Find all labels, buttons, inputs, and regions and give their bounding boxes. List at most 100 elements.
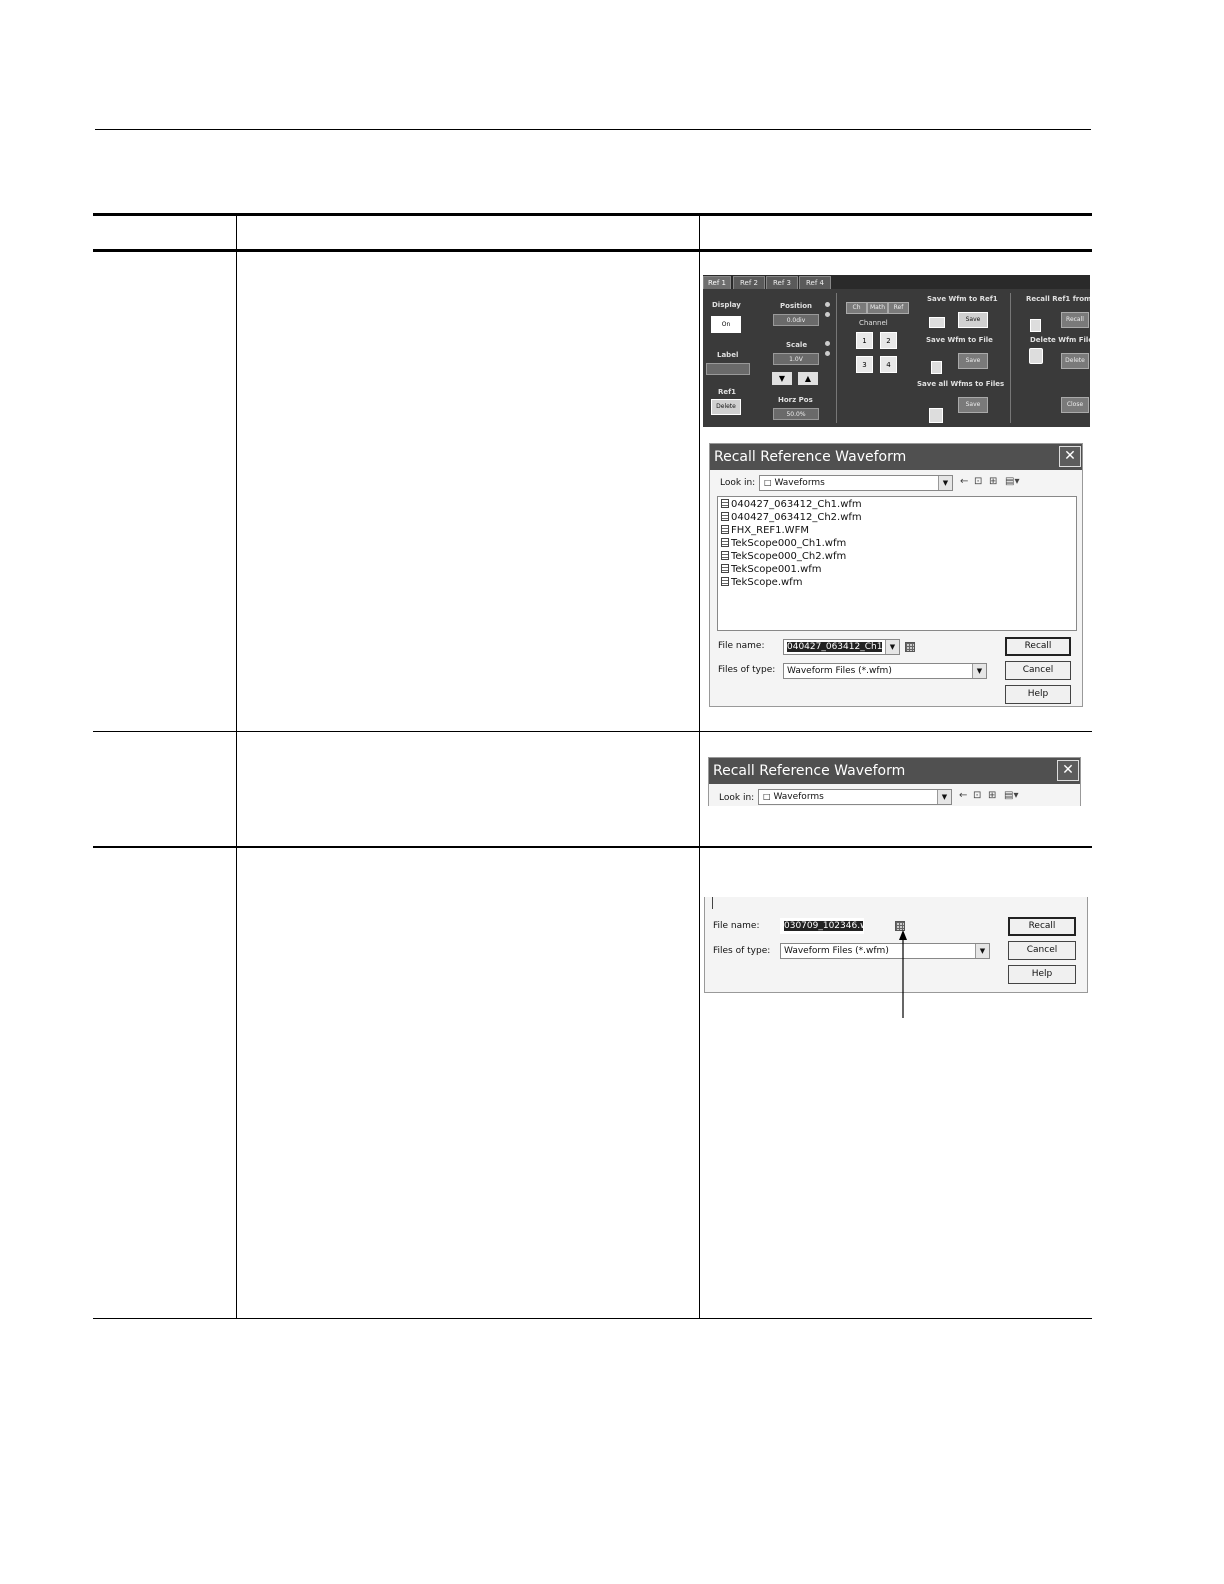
file-icon (721, 577, 729, 586)
file-icon (721, 564, 729, 573)
tab-ref-2[interactable]: Ref 2 (733, 276, 765, 289)
list-item[interactable]: TekScope.wfm (721, 576, 802, 589)
list-item[interactable]: 040427_063412_Ch1.wfm (721, 498, 862, 511)
display-on-button[interactable]: On (711, 316, 741, 333)
dialog-title: Recall Reference Waveform (709, 758, 1080, 784)
file-list[interactable]: 040427_063412_Ch1.wfm 040427_063412_Ch2.… (717, 496, 1077, 631)
chevron-down-icon: ▼ (975, 944, 989, 958)
scale-knob-indicator-icon (825, 351, 830, 356)
row-divider-2 (93, 846, 1092, 848)
save-wfm-to-ref-label: Save Wfm to Ref1 (927, 295, 998, 303)
channel-label: Channel (859, 319, 888, 327)
chevron-down-icon: ▼ (937, 790, 951, 804)
save-to-ref-button[interactable]: Save (958, 312, 988, 328)
file-name-input[interactable]: 040427_063412_Ch1 ▼ (783, 639, 900, 655)
label-field[interactable] (706, 363, 750, 375)
channel-2-button[interactable]: 2 (880, 332, 897, 349)
help-button[interactable]: Help (1008, 965, 1076, 984)
keyboard-icon[interactable] (905, 642, 915, 652)
help-button[interactable]: Help (1005, 685, 1071, 704)
list-edge (712, 897, 713, 909)
files-of-type-value: Waveform Files (*.wfm) (784, 946, 889, 956)
close-icon[interactable]: ✕ (1057, 760, 1079, 781)
file-icon (721, 551, 729, 560)
look-in-select[interactable]: □ Waveforms ▼ (758, 789, 952, 805)
scale-down-button[interactable]: ▼ (772, 372, 792, 385)
look-in-label: Look in: (719, 793, 755, 803)
list-item[interactable]: TekScope000_Ch1.wfm (721, 537, 846, 550)
position-knob-indicator-icon (825, 312, 830, 317)
source-tab-ref[interactable]: Ref (888, 302, 909, 314)
dialog-title: Recall Reference Waveform (710, 444, 1082, 470)
position-label: Position (780, 302, 813, 310)
callout-arrow (899, 930, 907, 1018)
channel-1-button[interactable]: 1 (856, 332, 873, 349)
column-divider-2 (699, 216, 700, 1319)
chevron-down-icon: ▼ (938, 476, 952, 490)
files-of-type-select[interactable]: Waveform Files (*.wfm) ▼ (780, 943, 990, 959)
recall-button[interactable]: Recall (1008, 917, 1076, 936)
delete-file-button[interactable]: Delete (1061, 353, 1089, 369)
file-name-value: 030709_102346.wfm (784, 921, 863, 931)
back-arrow-icon[interactable]: ← (960, 476, 968, 487)
position-field[interactable]: 0.0div (773, 314, 819, 326)
table-header-bottom-rule (93, 249, 1092, 252)
tab-ref-1[interactable]: Ref 1 (703, 276, 731, 289)
close-button[interactable]: Close (1061, 397, 1089, 413)
new-folder-icon[interactable]: ⊞ (989, 476, 997, 487)
file-icon (721, 512, 729, 521)
channel-4-button[interactable]: 4 (880, 356, 897, 373)
close-icon[interactable]: ✕ (1059, 446, 1081, 467)
file-name-input[interactable]: 030709_102346.wfm (780, 918, 864, 934)
scale-knob-indicator-icon (825, 341, 830, 346)
horz-pos-label: Horz Pos (778, 396, 813, 404)
table-bottom-rule (93, 1318, 1092, 1319)
display-label: Display (712, 301, 741, 309)
channel-3-button[interactable]: 3 (856, 356, 873, 373)
file-icon (721, 538, 729, 547)
file-save-icon (931, 361, 942, 374)
up-folder-icon[interactable]: ⊡ (973, 790, 981, 801)
view-menu-icon[interactable]: ▤▾ (1005, 476, 1019, 487)
list-item[interactable]: TekScope000_Ch2.wfm (721, 550, 846, 563)
look-in-value: Waveforms (773, 792, 824, 802)
save-to-file-button[interactable]: Save (958, 353, 988, 369)
files-of-type-label: Files of type: (713, 946, 771, 956)
recall-from-label: Recall Ref1 from (1026, 295, 1090, 303)
list-item[interactable]: TekScope001.wfm (721, 563, 822, 576)
recall-button[interactable]: Recall (1061, 312, 1089, 328)
files-of-type-label: Files of type: (718, 665, 776, 675)
file-icon (721, 499, 729, 508)
source-tab-ch[interactable]: Ch (846, 302, 867, 314)
back-arrow-icon[interactable]: ← (959, 790, 967, 801)
save-all-button[interactable]: Save (958, 397, 988, 413)
scale-up-button[interactable]: ▲ (798, 372, 818, 385)
cancel-button[interactable]: Cancel (1005, 661, 1071, 680)
file-name-label: File name: (713, 921, 760, 931)
recall-button[interactable]: Recall (1005, 637, 1071, 656)
file-icon (721, 525, 729, 534)
ref1-label: Ref1 (718, 388, 737, 396)
cancel-button[interactable]: Cancel (1008, 941, 1076, 960)
files-of-type-select[interactable]: Waveform Files (*.wfm) ▼ (783, 663, 987, 679)
view-menu-icon[interactable]: ▤▾ (1004, 790, 1018, 801)
horz-pos-field[interactable]: 50.0% (773, 408, 819, 420)
ref-delete-button[interactable]: Delete (711, 399, 741, 415)
chevron-down-icon: ▼ (972, 664, 986, 678)
tab-ref-3[interactable]: Ref 3 (766, 276, 798, 289)
new-folder-icon[interactable]: ⊞ (988, 790, 996, 801)
list-item[interactable]: 040427_063412_Ch2.wfm (721, 511, 862, 524)
source-tab-math[interactable]: Math (867, 302, 888, 314)
folder-icon: □ (764, 478, 772, 487)
file-name-value: 040427_063412_Ch1 (787, 642, 883, 652)
list-item[interactable]: FHX_REF1.WFM (721, 524, 809, 537)
up-folder-icon[interactable]: ⊡ (974, 476, 982, 487)
save-all-wfms-label: Save all Wfms to Files (917, 380, 1005, 388)
trash-icon (1029, 348, 1043, 364)
look-in-select[interactable]: □ Waveforms ▼ (759, 475, 953, 491)
chevron-down-icon: ▼ (885, 640, 899, 654)
ref-tabs: Ref 1 Ref 2 Ref 3 Ref 4 (703, 275, 1090, 289)
panel-divider (1010, 293, 1011, 423)
tab-ref-4[interactable]: Ref 4 (799, 276, 831, 289)
scale-field[interactable]: 1.0V (773, 353, 819, 365)
